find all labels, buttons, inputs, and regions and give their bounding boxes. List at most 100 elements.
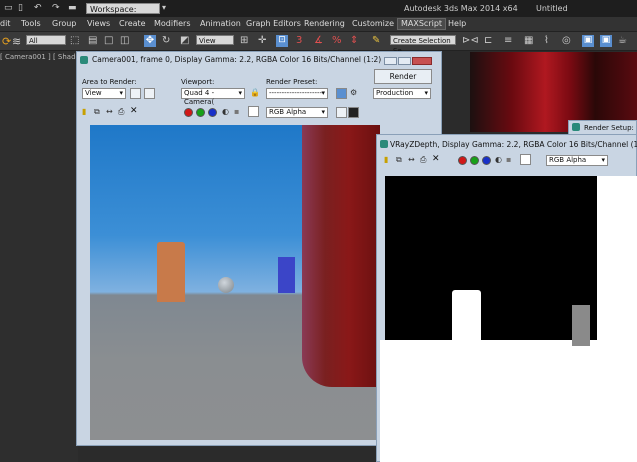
render-setup-app-icon [572,123,580,131]
production-dropdown[interactable]: Production [373,88,431,99]
print-image-icon[interactable]: ⎙ [118,107,124,117]
menu-edit[interactable]: dit [0,19,10,29]
render-preset-dropdown[interactable]: --------------------- [266,88,328,99]
redo-icon[interactable]: ↷ [52,3,62,13]
toggle-ui-icon[interactable] [348,107,359,118]
render-preset-label: Render Preset: [266,78,318,86]
zdepth-save-image-icon[interactable]: ▮ [384,155,388,164]
zdepth-blue-channel-toggle[interactable] [482,156,491,165]
viewport-area[interactable] [0,51,78,462]
workspace-chevron-icon[interactable]: ▾ [162,3,166,12]
render-setup-icon[interactable]: ▣ [582,35,594,47]
menu-animation[interactable]: Animation [200,19,241,29]
zdepth-image-right [597,176,637,346]
project-folder-icon[interactable]: ▬ [68,3,78,13]
menu-help[interactable]: Help [448,19,466,29]
zdepth-image [385,176,597,346]
zdepth-copy-image-icon[interactable]: ⧉ [396,155,402,165]
new-file-icon[interactable]: ▭ [4,3,14,13]
zdepth-green-channel-toggle[interactable] [470,156,479,165]
select-manipulate-icon[interactable]: ✛ [258,35,270,47]
alpha-channel-toggle[interactable]: ◐ [222,107,229,116]
environment-icon[interactable]: ⚙ [350,88,357,97]
ref-coord-dropdown[interactable]: View [196,35,234,45]
main-toolbar: ⟳ ≋ All ⬚ ▤ □ ◫ ✥ ↻ ◩ View ⊞ ✛ ⊡ 3 ∡ % ⇕… [0,32,637,55]
clear-image-icon[interactable]: ✕ [130,106,138,116]
sphere [218,277,234,293]
edit-region-icon[interactable] [130,88,141,99]
render-production-icon[interactable]: ☕ [618,35,630,47]
select-object-icon[interactable]: ⬚ [70,35,82,47]
toggle-ui-overlay-icon[interactable] [336,107,347,118]
workspace-dropdown[interactable]: Workspace: Default [86,3,160,25]
blue-box [278,257,295,293]
graphite-toolbar-icon[interactable]: ▦ [524,35,536,47]
area-to-render-dropdown[interactable]: View [82,88,126,99]
angle-snap-icon[interactable]: ∡ [314,35,326,47]
layer-manager-icon[interactable]: ≡ [504,35,516,47]
pivot-center-icon[interactable]: ⊞ [240,35,252,47]
auto-region-icon[interactable] [144,88,155,99]
channel-display-dropdown[interactable]: RGB Alpha [266,107,328,118]
zdepth-box-silhouette [572,305,590,346]
menu-graph-editors[interactable]: Graph Editors [246,19,301,29]
mirror-icon[interactable]: ⊳⊲ [462,35,479,47]
edit-named-selection-icon[interactable]: ✎ [372,35,384,47]
menu-group[interactable]: Group [52,19,76,29]
swatch-color[interactable] [248,106,259,117]
align-icon[interactable]: ⊏ [484,35,496,47]
zdepth-clear-image-icon[interactable]: ✕ [432,154,440,164]
menu-tools[interactable]: Tools [21,19,41,29]
open-file-icon[interactable]: ▯ [18,3,28,13]
green-channel-toggle[interactable] [196,108,205,117]
render-button[interactable]: Render [374,69,432,84]
save-image-icon[interactable]: ▮ [82,107,86,116]
render-setup-small-icon[interactable] [336,88,347,99]
keyboard-shortcut-icon[interactable]: ⊡ [276,35,288,47]
zdepth-swatch-color[interactable] [520,154,531,165]
named-selection-dropdown[interactable]: Create Selection Se [390,35,456,55]
menu-views[interactable]: Views [87,19,110,29]
select-by-name-icon[interactable]: ▤ [88,35,100,47]
spinner-snap-icon[interactable]: ⇕ [350,35,362,47]
menu-rendering[interactable]: Rendering [304,19,345,29]
clone-window-icon[interactable]: ↔ [106,107,113,116]
menu-create[interactable]: Create [119,19,146,29]
material-editor-icon[interactable]: ◎ [562,35,574,47]
maximize-button[interactable] [398,57,411,65]
rendered-image [90,125,380,440]
zdepth-alpha-channel-toggle[interactable]: ◐ [495,155,502,164]
window-crossing-icon[interactable]: ◫ [120,35,132,47]
snaps-toggle-icon[interactable]: 3 [296,35,308,47]
area-to-render-label: Area to Render: [82,78,137,86]
zdepth-channel-dropdown[interactable]: RGB Alpha [546,155,608,166]
blue-channel-toggle[interactable] [208,108,217,117]
zdepth-monochrome-icon[interactable]: ▪ [506,155,511,164]
copy-image-icon[interactable]: ⧉ [94,107,100,117]
selection-filter-dropdown[interactable]: All [26,35,66,45]
select-scale-icon[interactable]: ◩ [180,35,192,47]
menu-modifiers[interactable]: Modifiers [154,19,191,29]
bind-icon[interactable]: ≋ [12,35,24,48]
monochrome-icon[interactable]: ▪ [234,107,239,116]
minimize-button[interactable] [384,57,397,65]
select-rotate-icon[interactable]: ↻ [162,35,174,47]
zdepth-cylinder-silhouette [452,290,481,346]
menu-maxscript[interactable]: MAXScript [396,18,447,30]
rect-selection-icon[interactable]: □ [104,35,116,47]
close-button[interactable] [412,57,432,65]
undo-icon[interactable]: ↶ [34,3,44,13]
curve-editor-icon[interactable]: ⌇ [544,35,556,47]
zdepth-red-channel-toggle[interactable] [458,156,467,165]
lock-icon[interactable]: 🔒 [250,88,260,97]
viewport-dropdown[interactable]: Quad 4 - Camera( [181,88,245,106]
file-title: Untitled [536,4,568,13]
select-move-icon[interactable]: ✥ [144,35,156,47]
menu-customize[interactable]: Customize [352,19,394,29]
red-channel-toggle[interactable] [184,108,193,117]
zdepth-clone-window-icon[interactable]: ↔ [408,155,415,164]
rendered-frame-window-icon[interactable]: ▣ [600,35,612,47]
viewport-label-text: Viewport: [181,78,215,86]
percent-snap-icon[interactable]: % [332,35,344,47]
zdepth-print-image-icon[interactable]: ⎙ [420,155,426,165]
